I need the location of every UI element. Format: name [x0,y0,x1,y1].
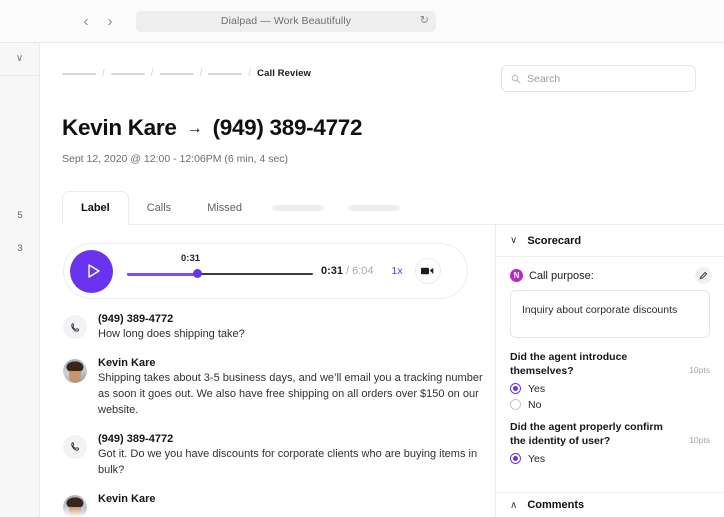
tab-calls[interactable]: Calls [129,191,189,225]
audio-player: 0:31 0:31 / 6:04 1x [63,243,468,299]
breadcrumb-placeholder[interactable] [111,73,145,75]
transcript-speaker: Kevin Kare [98,493,483,505]
question-points: 10pts [689,435,710,445]
caller-phone-number: (949) 389-4772 [213,115,363,141]
page-title-text: Dialpad — Work Beautifully [221,15,351,27]
phone-icon [63,435,87,459]
comments-title: Comments [527,499,584,511]
chevron-down-icon: ∨ [510,235,517,246]
time-separator: / [346,265,349,277]
rail-collapse-button[interactable]: ∨ [0,43,39,76]
breadcrumb: / / / / Call Review [62,68,311,79]
call-timestamp: Sept 12, 2020 @ 12:00 - 12:06PM (6 min, … [62,153,288,165]
scorecard-title: Scorecard [527,235,581,247]
transcript-column: 0:31 0:31 / 6:04 1x [40,225,496,517]
transcript-turn: Kevin Kare [63,493,483,505]
call-purpose-value[interactable]: Inquiry about corporate discounts [510,290,710,338]
avatar [63,495,87,517]
left-rail: ∨ 5 3 [0,43,40,517]
scorecard-header[interactable]: ∨ Scorecard [496,225,724,257]
breadcrumb-placeholder[interactable] [208,73,242,75]
transcript-list: (949) 389-4772 How long does shipping ta… [63,313,483,517]
seek-progress [127,273,198,276]
address-bar[interactable]: Dialpad — Work Beautifully ↻ [136,11,436,32]
breadcrumb-current: Call Review [257,68,311,79]
transcript-speaker: Kevin Kare [98,357,483,369]
comments-header[interactable]: ∧ Comments [496,492,724,517]
forward-button[interactable]: › [102,12,118,30]
chevron-up-icon: ∧ [510,500,517,511]
browser-toolbar: ‹ › Dialpad — Work Beautifully ↻ [0,0,724,43]
call-purpose-row: N Call purpose: [510,269,710,282]
radio-option-yes[interactable]: Yes [510,453,710,465]
search-placeholder: Search [527,73,560,85]
scorecard-body: N Call purpose: Inquiry about corporate … [496,257,724,465]
radio-option-yes[interactable]: Yes [510,383,710,395]
breadcrumb-placeholder[interactable] [160,73,194,75]
agent-name: Kevin Kare [62,115,177,141]
radio-icon-selected[interactable] [510,453,521,464]
question-text: Did the agent properly confirm the ident… [510,420,675,449]
option-label: No [528,399,541,411]
back-button[interactable]: ‹ [78,12,94,30]
tab-placeholder[interactable] [336,191,412,225]
scorecard-question: Did the agent properly confirm the ident… [510,420,710,465]
option-label: Yes [528,453,545,465]
breadcrumb-separator: / [102,68,105,79]
transcript-text: Shipping takes about 3-5 business days, … [98,371,483,419]
radio-icon[interactable] [510,399,521,410]
question-text: Did the agent introduce themselves? [510,350,675,379]
browser-nav-buttons: ‹ › [78,12,118,30]
reload-icon[interactable]: ↻ [420,16,429,27]
tab-label[interactable]: Label [62,191,129,225]
radio-option-no[interactable]: No [510,399,710,411]
phone-icon [63,315,87,339]
breadcrumb-separator: / [200,68,203,79]
avatar [63,359,87,383]
question-points: 10pts [689,365,710,375]
chevron-down-icon: ∨ [16,54,23,64]
tab-bar: Label Calls Missed [62,191,724,225]
rail-count-2: 3 [0,243,40,254]
breadcrumb-separator: / [248,68,251,79]
transcript-turn: (949) 389-4772 How long does shipping ta… [63,313,483,343]
page-title: Kevin Kare → (949) 389-4772 [62,115,362,141]
seek-thumb[interactable] [193,269,202,278]
transcript-speaker: (949) 389-4772 [98,433,483,445]
total-time: 6:04 [352,265,373,277]
option-label: Yes [528,383,545,395]
transcript-speaker: (949) 389-4772 [98,313,483,325]
breadcrumb-placeholder[interactable] [62,73,96,75]
main-content: / / / / Call Review Search Kevin Kar [40,43,724,517]
note-badge-icon: N [510,269,523,282]
radio-icon-selected[interactable] [510,383,521,394]
transcript-turn: Kevin Kare Shipping takes about 3-5 busi… [63,357,483,419]
video-camera-button[interactable] [415,258,441,284]
play-button[interactable] [70,250,113,293]
edit-purpose-button[interactable] [695,267,712,284]
body-columns: 0:31 0:31 / 6:04 1x [40,225,724,517]
scorecard-panel: ∨ Scorecard N Call purpose: Inquiry abou… [496,225,724,517]
transcript-text: How long does shipping take? [98,327,483,343]
playhead-time-label: 0:31 [181,253,200,264]
content-header: / / / / Call Review Search [40,43,724,104]
tab-missed[interactable]: Missed [189,191,260,225]
search-icon [511,74,521,84]
transcript-text: Got it. Do we you have discounts for cor… [98,447,483,479]
playback-speed-button[interactable]: 1x [392,265,403,277]
search-input[interactable]: Search [501,65,696,92]
breadcrumb-separator: / [151,68,154,79]
rail-count-1: 5 [0,210,40,221]
tab-placeholder[interactable] [260,191,336,225]
app-window: ‹ › Dialpad — Work Beautifully ↻ ∨ 5 3 /… [0,0,724,517]
transcript-turn: (949) 389-4772 Got it. Do we you have di… [63,433,483,479]
call-purpose-label: Call purpose: [529,270,594,282]
scorecard-question: Did the agent introduce themselves? 10pt… [510,350,710,411]
current-time: 0:31 [321,265,343,277]
seek-bar[interactable]: 0:31 [127,251,313,291]
arrow-right-icon: → [187,118,203,138]
